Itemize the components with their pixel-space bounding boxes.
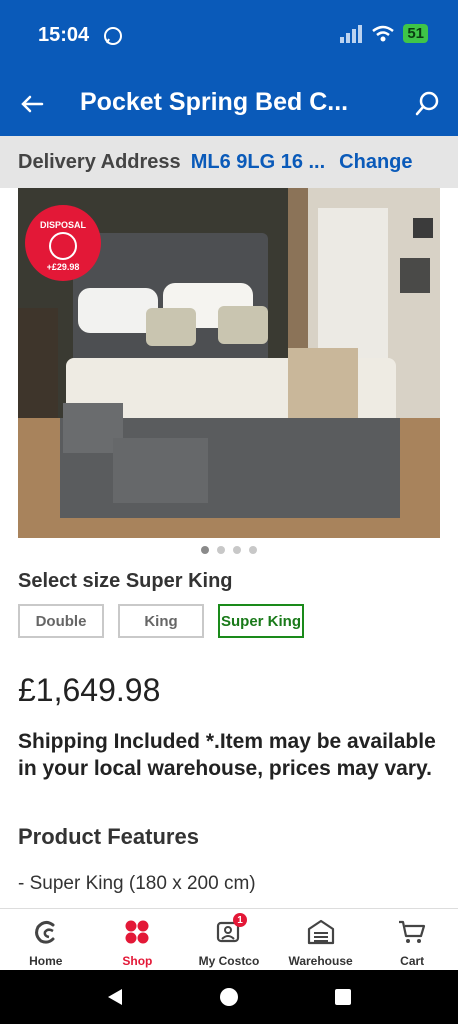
nav-cart[interactable]: Cart [366, 909, 458, 970]
nav-label: Home [29, 954, 63, 968]
sys-recents-icon[interactable] [332, 986, 354, 1008]
nav-warehouse[interactable]: Warehouse [275, 909, 367, 970]
features-heading: Product Features [18, 824, 199, 849]
status-time: 15:04 [38, 24, 90, 46]
nav-label: My Costco [198, 954, 260, 968]
carousel-dot[interactable] [249, 546, 257, 554]
product-image[interactable]: DISPOSAL +£29.98 [18, 188, 440, 538]
nav-my-costco[interactable]: 1 My Costco [183, 909, 275, 970]
carousel-indicator [0, 546, 458, 558]
battery-indicator: 51 [403, 24, 428, 43]
my-costco-icon: 1 [214, 913, 247, 947]
product-price: £1,649.98 [18, 672, 161, 708]
nav-label: Shop [122, 954, 153, 968]
shipping-note: Shipping Included *.Item may be availabl… [18, 730, 436, 780]
wifi-icon [372, 25, 395, 41]
nav-shop[interactable]: Shop [92, 909, 184, 970]
signal-icon [340, 24, 363, 43]
status-indicators: 51 [339, 24, 428, 43]
sys-home-icon[interactable] [218, 986, 240, 1008]
app-bar: Pocket Spring Bed C... [0, 72, 458, 136]
carousel-dot[interactable] [201, 546, 209, 554]
whatsapp-icon [104, 27, 122, 45]
notification-badge: 1 [232, 913, 247, 927]
size-options: Double King Super King [18, 604, 304, 638]
disposal-badge: DISPOSAL +£29.98 [25, 205, 101, 281]
shop-grid-icon [125, 920, 149, 944]
bed-illustration: DISPOSAL +£29.98 [18, 188, 440, 538]
status-bar: 15:04 51 [0, 0, 458, 72]
carousel-dot[interactable] [217, 546, 225, 554]
delivery-address-bar: Delivery Address ML6 9LG 16 ... Change [0, 136, 458, 188]
nav-label: Cart [400, 954, 425, 968]
page-title: Pocket Spring Bed C... [80, 88, 349, 116]
delivery-address[interactable]: ML6 9LG 16 ... [191, 151, 325, 174]
cart-icon [399, 920, 426, 943]
carousel-dot[interactable] [233, 546, 241, 554]
system-nav-bar [0, 970, 458, 1024]
svg-text:+£29.98: +£29.98 [47, 262, 80, 272]
size-heading: Select size Super King [18, 570, 233, 592]
size-option-super-king[interactable]: Super King [218, 604, 304, 638]
nav-label: Warehouse [288, 954, 353, 968]
nav-home[interactable]: Home [0, 909, 92, 970]
delivery-label: Delivery Address [18, 150, 181, 173]
size-option-double[interactable]: Double [18, 604, 104, 638]
bottom-nav: Home Shop 1 My Costco Warehouse Cart [0, 908, 458, 970]
sys-back-icon[interactable] [104, 986, 126, 1008]
back-arrow-icon[interactable] [18, 90, 46, 118]
feature-item: - Super King (180 x 200 cm) [18, 873, 256, 894]
home-c-icon [34, 920, 55, 944]
search-icon[interactable] [414, 90, 442, 118]
svg-text:DISPOSAL: DISPOSAL [40, 220, 87, 230]
warehouse-icon [307, 919, 334, 945]
size-option-king[interactable]: King [118, 604, 204, 638]
change-delivery-link[interactable]: Change [339, 151, 412, 174]
